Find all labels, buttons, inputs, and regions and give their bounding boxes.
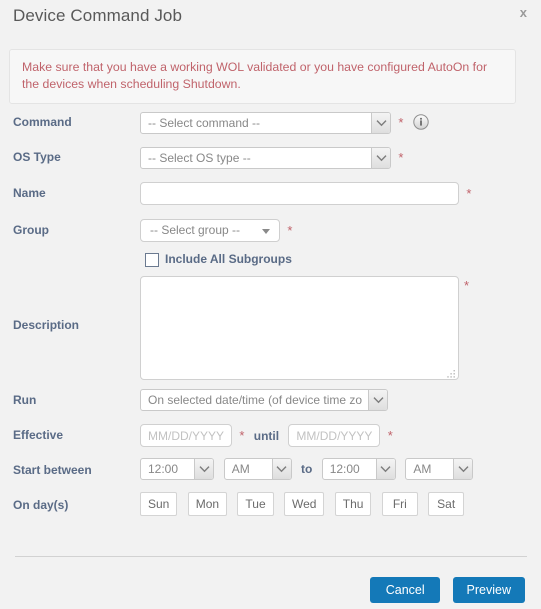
start-meridiem-from-value: AM — [231, 462, 250, 476]
label-group: Group — [13, 223, 49, 237]
day-button[interactable]: Mon — [187, 492, 228, 516]
dialog-header: Device Command Job x — [0, 0, 541, 38]
run-select-value: On selected date/time (of device time zo — [148, 393, 363, 407]
required-marker: * — [239, 427, 245, 443]
start-time-to-value: 12:00 — [329, 462, 360, 476]
include-subgroups-checkbox[interactable] — [145, 253, 159, 267]
label-start-between: Start between — [13, 463, 92, 477]
name-input[interactable] — [140, 182, 459, 205]
command-select-value: -- Select command -- — [148, 116, 261, 130]
preview-button[interactable]: Preview — [452, 577, 525, 603]
form-row-on-days: On day(s) Sun Mon Tue Wed Thu Fri Sat — [0, 489, 541, 524]
form-row-group: Group -- Select group -- * — [0, 215, 541, 250]
effective-until-input[interactable] — [288, 424, 381, 447]
required-marker: * — [387, 427, 393, 443]
group-select-value: -- Select group -- — [150, 223, 241, 237]
required-marker: * — [466, 185, 472, 201]
label-command: Command — [13, 115, 72, 129]
start-meridiem-to-select[interactable]: AM — [405, 458, 474, 480]
required-marker: * — [398, 115, 404, 130]
chevron-down-icon — [453, 459, 473, 479]
run-select[interactable]: On selected date/time (of device time zo — [140, 389, 388, 411]
os-type-select-value: -- Select OS type -- — [148, 151, 251, 165]
form-row-command: Command -- Select command -- * — [0, 110, 541, 145]
required-marker: * — [398, 150, 404, 165]
form-row-name: Name * — [0, 180, 541, 215]
to-label: to — [301, 462, 313, 476]
effective-from-input[interactable] — [140, 424, 232, 447]
label-os-type: OS Type — [13, 150, 61, 164]
warning-banner: Make sure that you have a working WOL va… — [9, 49, 516, 104]
form-row-start-between: Start between 12:00 AM to 12:00 AM — [0, 454, 541, 489]
info-circle-icon[interactable] — [413, 113, 429, 133]
required-marker: * — [287, 222, 293, 238]
command-select[interactable]: -- Select command -- — [140, 112, 391, 134]
day-button[interactable]: Tue — [237, 492, 274, 516]
page-title: Device Command Job — [13, 6, 183, 25]
group-select[interactable]: -- Select group -- — [140, 219, 280, 242]
day-button[interactable]: Fri — [381, 492, 418, 516]
chevron-down-icon — [271, 459, 291, 479]
until-label: until — [253, 428, 280, 443]
description-textarea[interactable] — [140, 276, 459, 380]
start-time-from-value: 12:00 — [148, 462, 179, 476]
label-name: Name — [13, 186, 46, 200]
day-button[interactable]: Wed — [283, 492, 325, 516]
form-row-include-subgroups: Include All Subgroups — [0, 250, 541, 276]
label-description: Description — [13, 318, 80, 332]
chevron-down-icon — [371, 148, 390, 168]
start-meridiem-from-select[interactable]: AM — [223, 458, 292, 480]
label-run: Run — [13, 393, 37, 407]
day-button[interactable]: Sun — [140, 492, 178, 516]
start-time-from-select[interactable]: 12:00 — [140, 458, 214, 480]
day-buttons-group: Sun Mon Tue Wed Thu Fri Sat — [140, 492, 465, 516]
day-button[interactable]: Sat — [428, 492, 465, 516]
include-subgroups-label[interactable]: Include All Subgroups — [165, 252, 292, 266]
form-row-effective: Effective * until * — [0, 419, 541, 454]
label-effective: Effective — [13, 428, 64, 442]
form-row-run: Run On selected date/time (of device tim… — [0, 384, 541, 419]
triangle-down-icon — [262, 229, 270, 234]
form-row-description: Description * — [0, 276, 541, 384]
device-command-job-form: Command -- Select command -- * OS Type -… — [0, 110, 541, 524]
day-button[interactable]: Thu — [334, 492, 372, 516]
chevron-down-icon — [194, 459, 213, 479]
chevron-down-icon — [371, 113, 390, 133]
chevron-down-icon — [368, 390, 387, 410]
cancel-button[interactable]: Cancel — [370, 577, 441, 603]
start-time-to-select[interactable]: 12:00 — [321, 458, 396, 480]
label-on-days: On day(s) — [13, 498, 69, 512]
form-row-os-type: OS Type -- Select OS type -- * — [0, 145, 541, 180]
close-icon[interactable]: x — [520, 6, 527, 20]
os-type-select[interactable]: -- Select OS type -- — [140, 147, 391, 169]
footer-divider — [15, 556, 527, 557]
chevron-down-icon — [375, 459, 395, 479]
dialog-footer: Cancel Preview — [361, 577, 525, 603]
required-marker: * — [464, 278, 470, 293]
start-meridiem-to-value: AM — [413, 462, 432, 476]
